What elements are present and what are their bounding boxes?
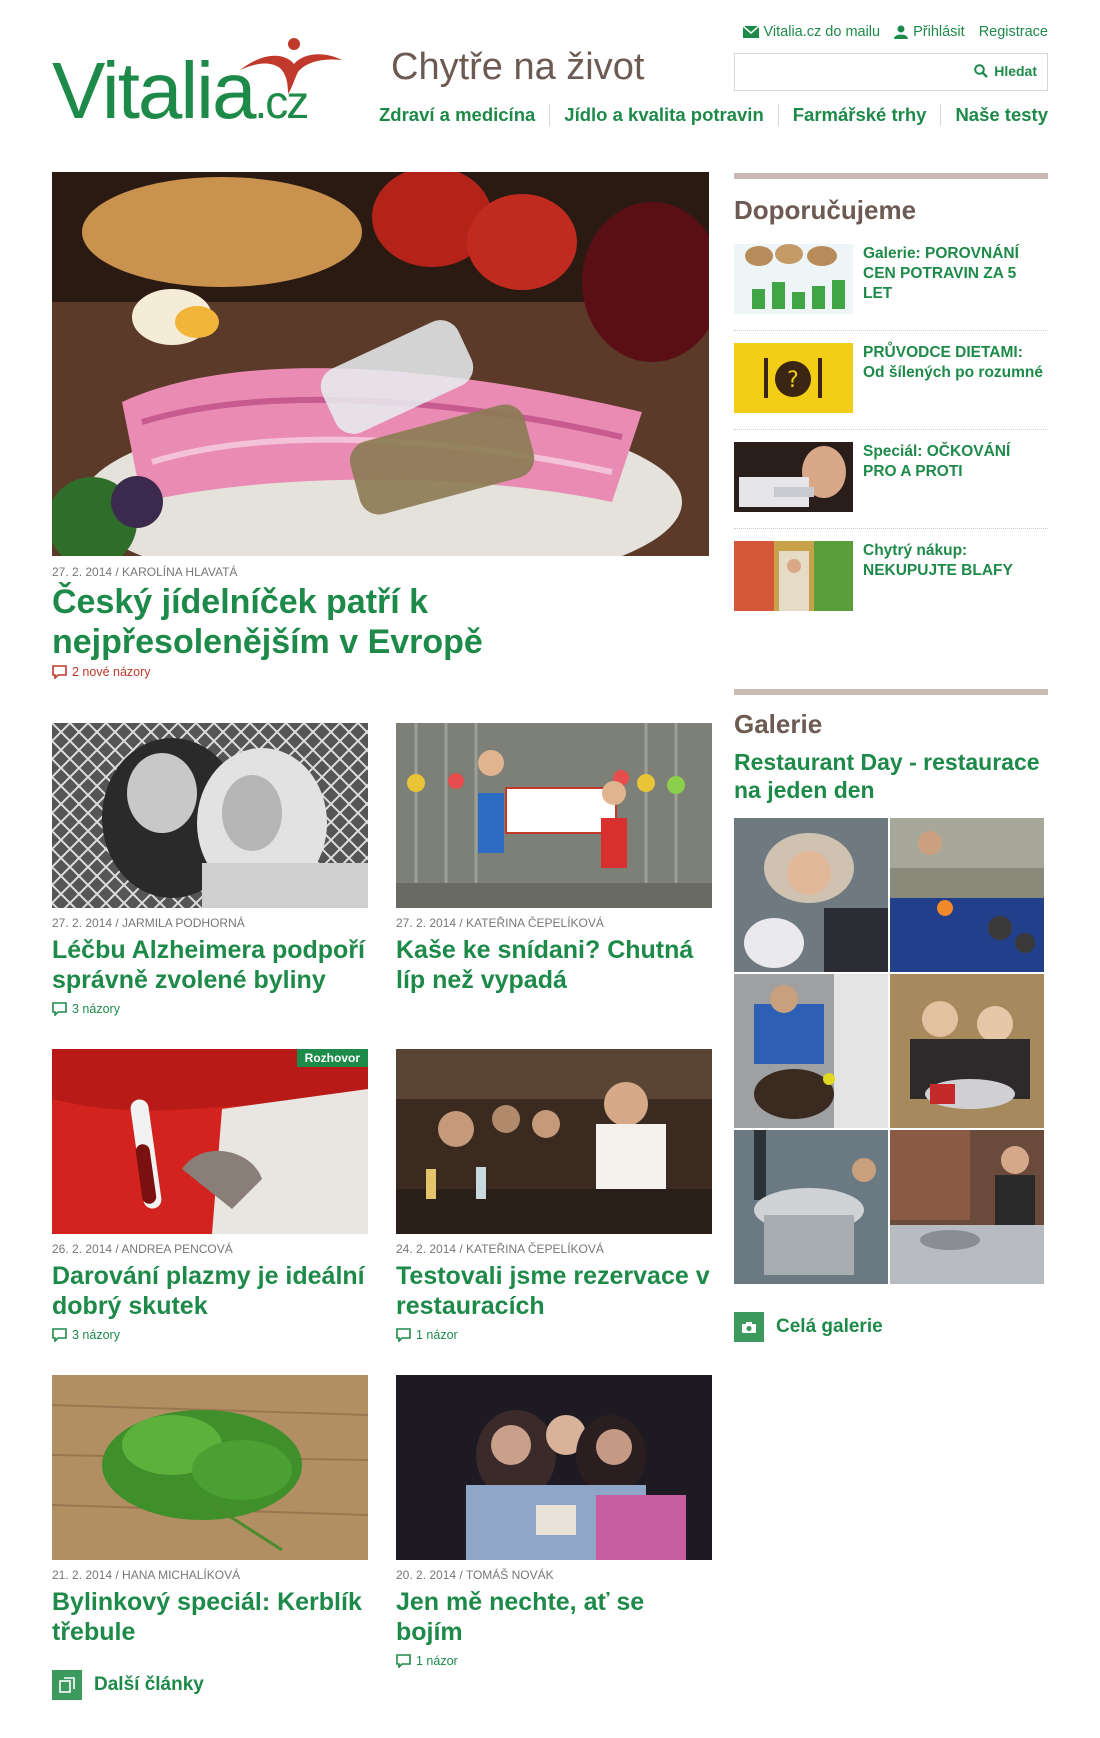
recommended-text[interactable]: Galerie: POROVNÁNÍ CEN POTRAVIN ZA 5 LET bbox=[863, 244, 1048, 314]
newsletter-label: Vitalia.cz do mailu bbox=[763, 24, 881, 40]
nav-item-health[interactable]: Zdraví a medicína bbox=[379, 104, 549, 126]
article-card[interactable]: 21. 2. 2014 / HANA MICHALÍKOVÁ Bylinkový… bbox=[52, 1375, 368, 1647]
article-meta: 27. 2. 2014 / KATEŘINA ČEPELÍKOVÁ bbox=[396, 916, 604, 930]
article-image[interactable] bbox=[52, 723, 368, 908]
recommended-thumb[interactable] bbox=[734, 541, 853, 611]
comment-icon bbox=[52, 665, 67, 679]
interview-badge: Rozhovor bbox=[296, 1049, 368, 1067]
comment-icon bbox=[52, 1002, 67, 1016]
recommended-box: Doporučujeme Galerie: POROVNÁNÍ CEN POTR… bbox=[734, 173, 1048, 627]
nav-item-food[interactable]: Jídlo a kvalita potravin bbox=[549, 104, 777, 126]
hero-comments-label: 2 nové názory bbox=[72, 665, 151, 679]
article-meta: 26. 2. 2014 / ANDREA PENCOVÁ bbox=[52, 1242, 233, 1256]
more-articles-link[interactable]: Další články bbox=[52, 1670, 204, 1700]
search-button[interactable]: Hledat bbox=[974, 63, 1037, 79]
hero-image[interactable] bbox=[52, 172, 709, 556]
svg-text:?: ? bbox=[787, 368, 799, 393]
search-icon bbox=[974, 64, 989, 78]
article-comments[interactable]: 3 názory bbox=[52, 1328, 368, 1342]
tagline: Chytře na život bbox=[391, 46, 645, 88]
article-title[interactable]: Jen mě nechte, ať se bojím bbox=[396, 1587, 712, 1647]
gallery-thumb[interactable] bbox=[734, 818, 888, 972]
article-card[interactable]: 20. 2. 2014 / TOMÁŠ NOVÁK Jen mě nechte,… bbox=[396, 1375, 712, 1668]
search-input[interactable] bbox=[743, 60, 963, 84]
user-icon bbox=[894, 25, 909, 39]
gallery-thumb[interactable] bbox=[734, 1130, 888, 1284]
comment-icon bbox=[396, 1328, 411, 1342]
article-card[interactable]: 27. 2. 2014 / KATEŘINA ČEPELÍKOVÁ Kaše k… bbox=[396, 723, 712, 995]
article-meta: 24. 2. 2014 / KATEŘINA ČEPELÍKOVÁ bbox=[396, 1242, 604, 1256]
main-nav: Zdraví a medicína Jídlo a kvalita potrav… bbox=[379, 104, 1048, 126]
article-card[interactable]: 27. 2. 2014 / JARMILA PODHORNÁ Léčbu Alz… bbox=[52, 723, 368, 1016]
search-button-label: Hledat bbox=[994, 63, 1037, 79]
recommended-thumb[interactable] bbox=[734, 442, 853, 512]
recommended-item[interactable]: ? PRŮVODCE DIETAMI: Od šílených po rozum… bbox=[734, 331, 1048, 430]
article-meta: 27. 2. 2014 / JARMILA PODHORNÁ bbox=[52, 916, 245, 930]
hero-title[interactable]: Český jídelníček patří k nejpřesolenější… bbox=[52, 582, 712, 662]
article-title[interactable]: Bylinkový speciál: Kerblík třebule bbox=[52, 1587, 368, 1647]
article-title[interactable]: Darování plazmy je ideální dobrý skutek bbox=[52, 1261, 368, 1321]
gallery-grid bbox=[734, 818, 1044, 1284]
article-comments[interactable]: 1 názor bbox=[396, 1328, 712, 1342]
full-gallery-label: Celá galerie bbox=[776, 1316, 883, 1337]
hero-meta: 27. 2. 2014 / KAROLÍNA HLAVATÁ bbox=[52, 565, 238, 579]
article-comments[interactable]: 1 názor bbox=[396, 1654, 712, 1668]
full-gallery-link[interactable]: Celá galerie bbox=[734, 1312, 1048, 1342]
top-links: Vitalia.cz do mailu Přihlásit Registrace bbox=[742, 24, 1048, 40]
gallery-heading: Galerie bbox=[734, 709, 823, 739]
recommended-text[interactable]: Chytrý nákup: NEKUPUJTE BLAFY bbox=[863, 541, 1048, 611]
newsletter-link[interactable]: Vitalia.cz do mailu bbox=[742, 24, 881, 40]
article-title[interactable]: Kaše ke snídani? Chutná líp než vypadá bbox=[396, 935, 712, 995]
article-comments-label: 3 názory bbox=[72, 1328, 120, 1342]
site-logo[interactable]: Vitalia.cz bbox=[52, 38, 342, 135]
article-comments-label: 3 názory bbox=[72, 1002, 120, 1016]
gallery-thumb[interactable] bbox=[890, 1130, 1044, 1284]
article-card[interactable]: Rozhovor 26. 2. 2014 / ANDREA PENCOVÁ Da… bbox=[52, 1049, 368, 1342]
recommended-thumb[interactable]: ? bbox=[734, 343, 853, 413]
register-link[interactable]: Registrace bbox=[979, 24, 1048, 40]
gallery-thumb[interactable] bbox=[890, 818, 1044, 972]
camera-icon bbox=[734, 1312, 764, 1342]
recommended-item[interactable]: Speciál: OČKOVÁNÍ PRO A PROTI bbox=[734, 430, 1048, 529]
article-card[interactable]: 24. 2. 2014 / KATEŘINA ČEPELÍKOVÁ Testov… bbox=[396, 1049, 712, 1342]
hero-comments[interactable]: 2 nové názory bbox=[52, 665, 151, 679]
gallery-box: Galerie Restaurant Day - restaurace na j… bbox=[734, 689, 1048, 1342]
article-image[interactable]: Rozhovor bbox=[52, 1049, 368, 1234]
gallery-thumb[interactable] bbox=[734, 974, 888, 1128]
article-image[interactable] bbox=[396, 1049, 712, 1234]
recommended-thumb[interactable] bbox=[734, 244, 853, 314]
article-image[interactable] bbox=[396, 723, 712, 908]
article-title[interactable]: Testovali jsme rezervace v restauracích bbox=[396, 1261, 712, 1321]
nav-item-markets[interactable]: Farmářské trhy bbox=[777, 104, 941, 126]
search-box: Hledat bbox=[734, 53, 1048, 91]
article-comments-label: 1 názor bbox=[416, 1654, 458, 1668]
recommended-heading: Doporučujeme bbox=[734, 195, 917, 225]
recommended-list: Galerie: POROVNÁNÍ CEN POTRAVIN ZA 5 LET… bbox=[734, 232, 1048, 627]
article-comments-label: 1 názor bbox=[416, 1328, 458, 1342]
gallery-title[interactable]: Restaurant Day - restaurace na jeden den bbox=[734, 748, 1048, 804]
recommended-text[interactable]: Speciál: OČKOVÁNÍ PRO A PROTI bbox=[863, 442, 1048, 512]
article-meta: 20. 2. 2014 / TOMÁŠ NOVÁK bbox=[396, 1568, 554, 1582]
article-title[interactable]: Léčbu Alzheimera podpoří správně zvolené… bbox=[52, 935, 368, 995]
recommended-item[interactable]: Galerie: POROVNÁNÍ CEN POTRAVIN ZA 5 LET bbox=[734, 232, 1048, 331]
article-image[interactable] bbox=[396, 1375, 712, 1560]
logo-figure-icon bbox=[240, 38, 342, 94]
article-meta: 21. 2. 2014 / HANA MICHALÍKOVÁ bbox=[52, 1568, 241, 1582]
login-label: Přihlásit bbox=[913, 24, 965, 40]
articles-icon bbox=[52, 1670, 82, 1700]
login-link[interactable]: Přihlásit bbox=[894, 24, 965, 40]
comment-icon bbox=[396, 1654, 411, 1668]
article-image[interactable] bbox=[52, 1375, 368, 1560]
more-articles-label: Další články bbox=[94, 1674, 204, 1695]
recommended-item[interactable]: Chytrý nákup: NEKUPUJTE BLAFY bbox=[734, 529, 1048, 627]
mail-icon bbox=[742, 26, 759, 38]
nav-item-tests[interactable]: Naše testy bbox=[940, 104, 1048, 126]
logo-main: Vitalia bbox=[52, 46, 256, 135]
comment-icon bbox=[52, 1328, 67, 1342]
recommended-text[interactable]: PRŮVODCE DIETAMI: Od šílených po rozumné bbox=[863, 343, 1048, 413]
gallery-thumb[interactable] bbox=[890, 974, 1044, 1128]
article-comments[interactable]: 3 názory bbox=[52, 1002, 368, 1016]
